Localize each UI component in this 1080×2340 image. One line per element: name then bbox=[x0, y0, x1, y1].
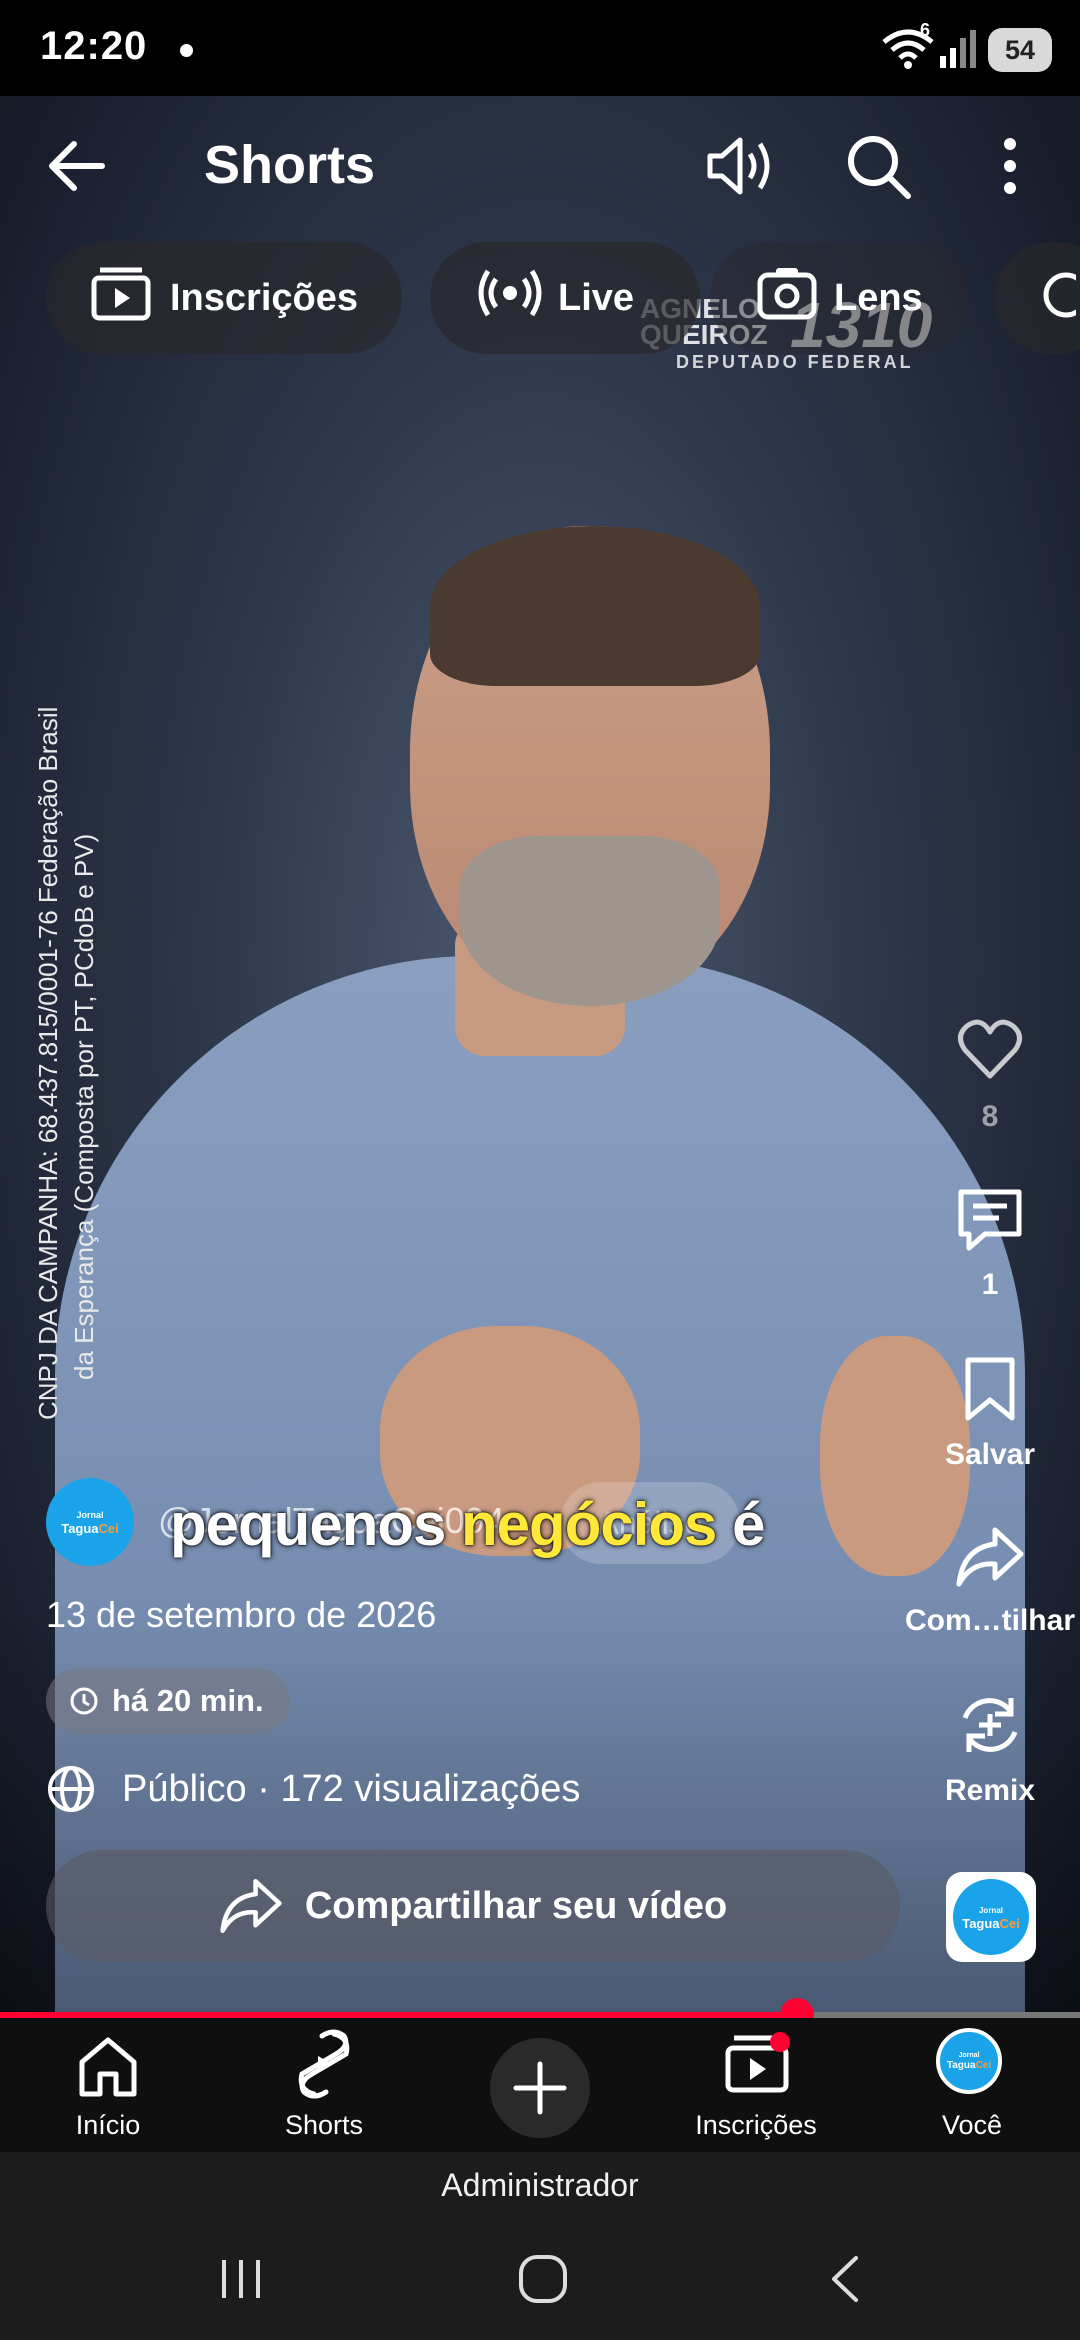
share-your-video-button[interactable]: Compartilhar seu vídeo bbox=[46, 1850, 900, 1962]
nav-label: Você bbox=[941, 2110, 1003, 2140]
shorts-icon bbox=[294, 2028, 354, 2107]
admin-mode-banner: Administrador bbox=[0, 2152, 1080, 2220]
legal-line-1: CNPJ DA CAMPANHA: 68.437.815/0001-76 Fed… bbox=[33, 706, 63, 1420]
share-label: Com…tilhar bbox=[904, 1604, 1075, 1637]
status-time: 12:20 bbox=[40, 24, 148, 68]
battery-indicator: 54 bbox=[988, 28, 1052, 72]
chip-label: Lens bbox=[834, 276, 923, 319]
audio-thumbnail-logo: Jornal TaguaCei bbox=[953, 1879, 1029, 1955]
channel-avatar[interactable]: Jornal TaguaCei bbox=[46, 1478, 134, 1566]
nav-label: Shorts bbox=[284, 2110, 364, 2140]
save-label: Salvar bbox=[944, 1438, 1036, 1471]
chip-live[interactable]: Live bbox=[430, 242, 700, 354]
bottom-navigation: Início Shorts Inscrições Jornal TaguaCei… bbox=[0, 2018, 1080, 2152]
share-your-video-label: Compartilhar seu vídeo bbox=[304, 1884, 728, 1927]
comment-icon bbox=[955, 1189, 1025, 1261]
avatar-logo-line2b: Cei bbox=[98, 1521, 119, 1536]
more-options-icon[interactable] bbox=[990, 128, 1030, 209]
nav-you[interactable]: Jornal TaguaCei Você bbox=[882, 2018, 1062, 2152]
chip-lens[interactable]: Lens bbox=[710, 242, 970, 354]
back-system-icon[interactable] bbox=[826, 2254, 866, 2309]
time-ago-chip: há 20 min. bbox=[46, 1668, 290, 1734]
chip-label: Inscrições bbox=[170, 276, 358, 319]
caption-text: é bbox=[716, 1491, 765, 1558]
share-arrow-icon bbox=[219, 1877, 283, 1935]
live-broadcast-icon bbox=[478, 267, 542, 329]
nav-label: Inscrições bbox=[695, 2110, 817, 2140]
nav-subscriptions[interactable]: Inscrições bbox=[666, 2018, 846, 2152]
audio-thumbnail[interactable]: Jornal TaguaCei bbox=[946, 1872, 1036, 1962]
nav-shorts[interactable]: Shorts bbox=[234, 2018, 414, 2152]
video-subject-hair bbox=[430, 526, 760, 686]
campaign-legal-text: CNPJ DA CAMPANHA: 68.437.815/0001-76 Fed… bbox=[30, 640, 102, 1420]
remix-label: Remix bbox=[944, 1774, 1036, 1807]
wifi-band-label: 6 bbox=[920, 20, 931, 40]
chip-label: Live bbox=[558, 276, 635, 319]
heart-icon bbox=[955, 1019, 1025, 1089]
new-content-badge bbox=[770, 2032, 790, 2052]
avatar-logo-line2b: Cei bbox=[999, 1916, 1020, 1931]
chip-partial-icon bbox=[1036, 267, 1080, 329]
share-button[interactable]: Com…tilhar bbox=[904, 1526, 1076, 1638]
avatar-logo-line2: Tagua bbox=[946, 2060, 976, 2071]
status-bar: 12:20 6 54 bbox=[0, 0, 1080, 96]
profile-avatar-logo: Jornal TaguaCei bbox=[947, 2051, 991, 2071]
time-ago-label: há 20 min. bbox=[112, 1683, 264, 1718]
share-arrow-icon bbox=[955, 1527, 1025, 1595]
avatar-logo-line2: Tagua bbox=[962, 1916, 1000, 1931]
create-plus-icon bbox=[512, 2060, 568, 2121]
save-button[interactable]: Salvar bbox=[930, 1356, 1050, 1472]
profile-avatar: Jornal TaguaCei bbox=[936, 2028, 1002, 2094]
comment-count: 1 bbox=[981, 1268, 999, 1301]
watermark-subtitle: DEPUTADO FEDERAL bbox=[676, 352, 914, 372]
nav-label: Início bbox=[75, 2110, 141, 2140]
like-button[interactable]: 8 bbox=[930, 1018, 1050, 1134]
caption-text: pequenos bbox=[170, 1491, 462, 1558]
video-caption: pequenos negócios é bbox=[170, 1490, 765, 1559]
avatar-logo-line2: Tagua bbox=[61, 1521, 99, 1536]
nav-home[interactable]: Início bbox=[18, 2018, 198, 2152]
history-clock-icon bbox=[68, 1685, 100, 1717]
publish-date: 13 de setembro de 2026 bbox=[46, 1594, 437, 1635]
globe-icon bbox=[46, 1764, 96, 1814]
home-system-icon[interactable] bbox=[516, 2252, 570, 2311]
chip-subscriptions[interactable]: Inscrições bbox=[46, 242, 402, 354]
system-navigation-bar bbox=[0, 2220, 1080, 2340]
home-icon bbox=[74, 2032, 142, 2107]
bookmark-icon bbox=[960, 1357, 1020, 1429]
remix-icon bbox=[955, 1698, 1025, 1767]
signal-icon bbox=[938, 28, 978, 75]
remix-button[interactable]: Remix bbox=[930, 1690, 1050, 1808]
back-arrow-icon[interactable] bbox=[40, 128, 116, 209]
avatar-logo-line2b: Cei bbox=[975, 2060, 992, 2071]
create-button[interactable] bbox=[490, 2038, 590, 2138]
volume-icon[interactable] bbox=[700, 128, 780, 209]
channel-avatar-logo: Jornal TaguaCei bbox=[61, 1509, 119, 1535]
subscriptions-icon bbox=[90, 264, 152, 332]
like-count: 8 bbox=[981, 1100, 999, 1133]
comment-button[interactable]: 1 bbox=[930, 1186, 1050, 1302]
page-title: Shorts bbox=[204, 135, 376, 195]
recent-apps-icon[interactable] bbox=[216, 2254, 266, 2309]
caption-highlight: negócios bbox=[461, 1491, 717, 1558]
search-icon[interactable] bbox=[840, 128, 916, 209]
notification-dot bbox=[180, 44, 193, 57]
lens-icon bbox=[756, 265, 818, 331]
visibility-info: Público · 172 visualizações bbox=[46, 1764, 580, 1814]
visibility-label: Público · 172 visualizações bbox=[122, 1767, 581, 1810]
legal-line-2: da Esperança (Composta por PT, PCdoB e P… bbox=[69, 833, 99, 1380]
video-subject-beard bbox=[460, 836, 720, 1006]
